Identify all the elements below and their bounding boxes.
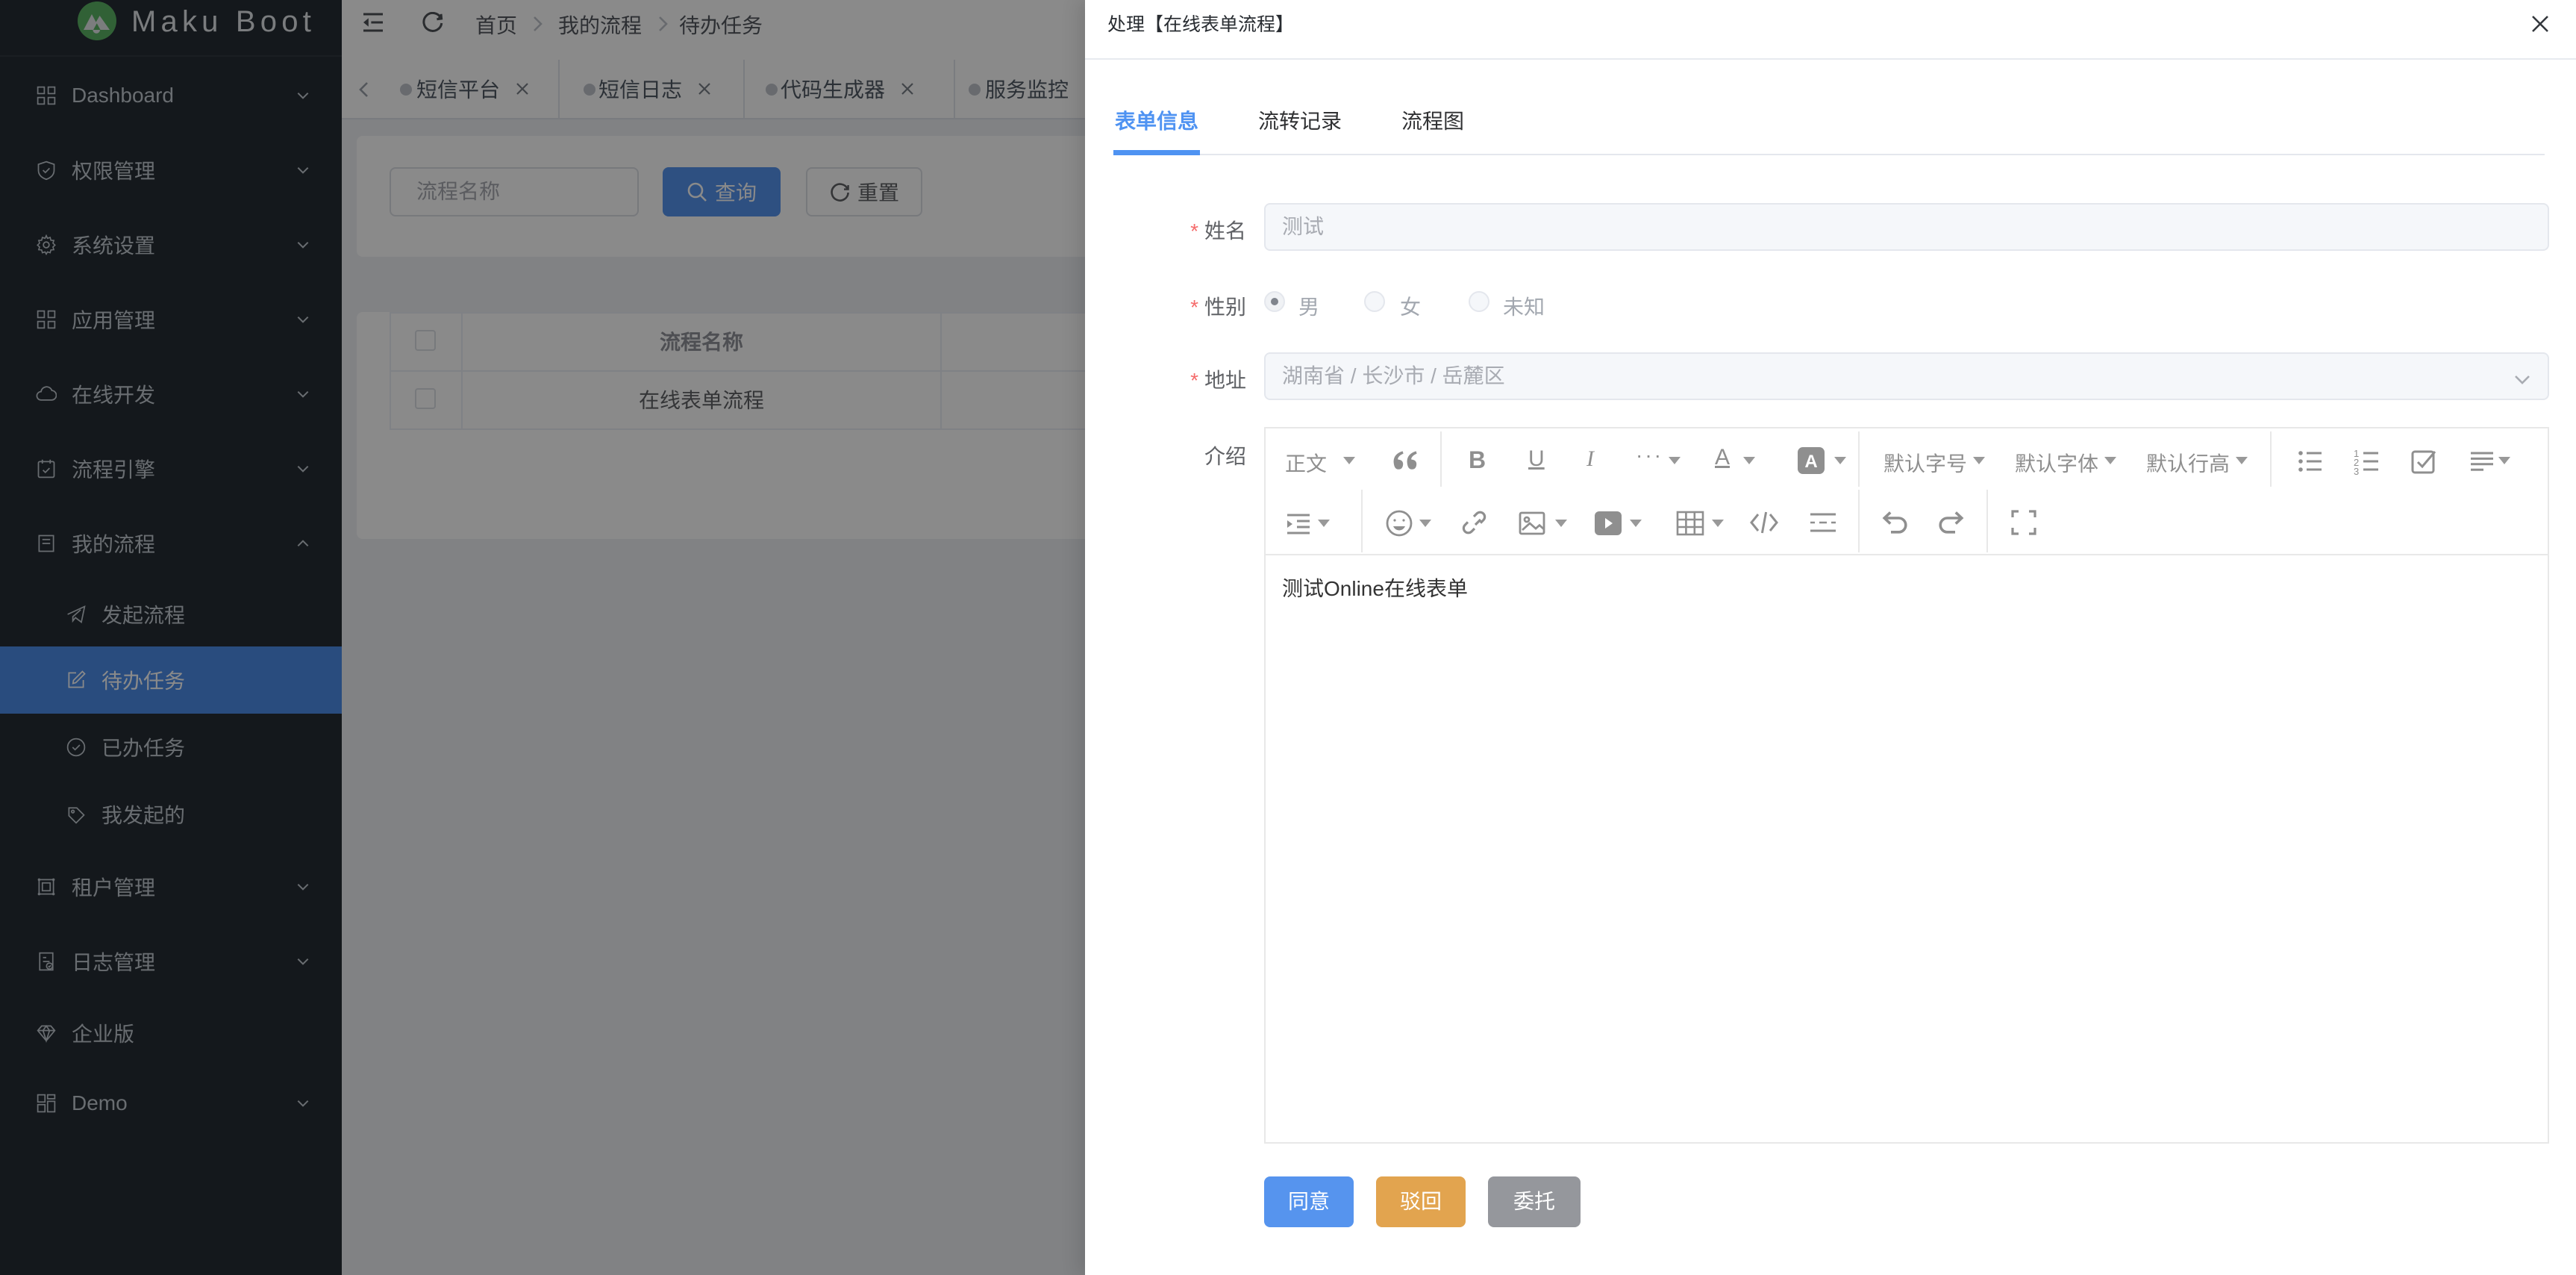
svg-text:3: 3 bbox=[2354, 466, 2359, 475]
svg-text:A: A bbox=[1804, 452, 1817, 472]
